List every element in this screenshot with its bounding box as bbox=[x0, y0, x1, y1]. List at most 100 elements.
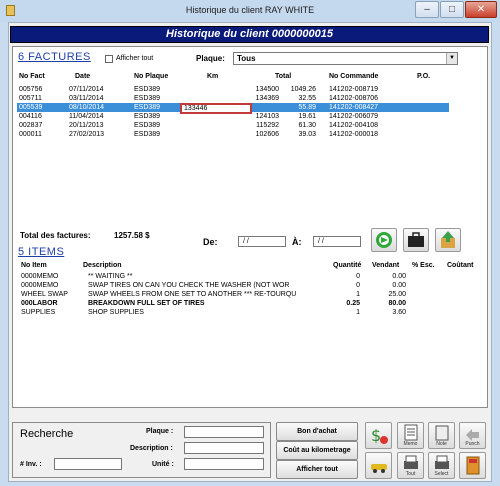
col-quantite[interactable]: Quantité bbox=[333, 262, 361, 269]
print-select-button[interactable]: Select bbox=[428, 452, 455, 479]
col-description[interactable]: Description bbox=[83, 262, 122, 269]
cout-km-button[interactable]: Coût au kilometrage bbox=[276, 441, 358, 460]
item-row[interactable]: WHEEL SWAP SWAP WHEELS FROM ONE SET TO AN… bbox=[20, 290, 480, 299]
col-no-item[interactable]: No Item bbox=[21, 262, 47, 269]
item-cell-qty: 0 bbox=[356, 273, 360, 280]
item-cell-desc: SWAP WHEELS FROM ONE SET TO ANOTHER *** … bbox=[88, 291, 297, 298]
item-row[interactable]: 0000MEMO SWAP TIRES ON CAN YOU CHECK THE … bbox=[20, 281, 480, 290]
money-cancel-button[interactable]: $ bbox=[365, 422, 392, 449]
item-cell-no: SUPPLIES bbox=[21, 309, 56, 316]
facture-cell: 03/11/2014 bbox=[69, 95, 104, 102]
exit-door-icon bbox=[466, 456, 480, 475]
facture-cell: 134500 bbox=[255, 86, 279, 93]
col-no-commande[interactable]: No Commande bbox=[329, 73, 378, 80]
note-label: Note bbox=[436, 441, 447, 447]
maximize-button[interactable]: □ bbox=[440, 1, 464, 18]
car-icon bbox=[371, 464, 387, 473]
facture-cell: 55.89 bbox=[298, 104, 316, 111]
facture-cell: 141202-004108 bbox=[329, 122, 379, 129]
select-label: Select bbox=[434, 471, 449, 477]
exit-button[interactable] bbox=[459, 452, 486, 479]
facture-row[interactable]: 002837 20/11/2013 ESD389 115292 61.30 141202-… bbox=[17, 121, 449, 130]
col-total[interactable]: Total bbox=[275, 73, 291, 80]
money-cancel-icon: $ bbox=[371, 426, 388, 445]
unite-search-label: Unité : bbox=[152, 461, 174, 468]
facture-row[interactable]: 005711 03/11/2014 ESD389 134369 32.55 141202-… bbox=[17, 94, 449, 103]
date-to-field[interactable]: / / bbox=[313, 236, 361, 247]
de-label: De: bbox=[203, 237, 218, 247]
facture-cell: 19.61 bbox=[298, 113, 316, 120]
total-factures-label: Total des factures: bbox=[20, 231, 91, 240]
facture-cell: 115292 bbox=[256, 122, 279, 129]
item-row[interactable]: 0000MEMO ** WAITING ** 0 0.00 bbox=[20, 272, 480, 281]
col-coutant[interactable]: Coûtant bbox=[447, 262, 473, 269]
note-button[interactable]: Note bbox=[428, 422, 455, 449]
date-from-field[interactable]: / / bbox=[238, 236, 286, 247]
facture-cell: 61.30 bbox=[298, 122, 316, 129]
afficher-tout-button[interactable]: Afficher tout bbox=[276, 460, 358, 479]
client-banner: Historique du client 0000000015 bbox=[10, 26, 489, 43]
search-title: Recherche bbox=[20, 428, 74, 440]
car-button[interactable] bbox=[365, 452, 392, 479]
facture-cell: ESD389 bbox=[134, 104, 161, 111]
facture-cell: 002837 bbox=[19, 122, 43, 129]
facture-cell: 134369 bbox=[255, 95, 279, 102]
facture-cell: 08/10/2014 bbox=[69, 104, 105, 111]
col-esc[interactable]: % Esc. bbox=[412, 262, 435, 269]
description-search-input[interactable] bbox=[184, 442, 264, 454]
facture-cell: 102606 bbox=[255, 131, 279, 138]
col-vendant[interactable]: Vendant bbox=[372, 262, 399, 269]
item-cell-no: 0000MEMO bbox=[21, 282, 59, 289]
memo-button[interactable]: Memo bbox=[397, 422, 424, 449]
close-button[interactable]: ✕ bbox=[465, 1, 497, 18]
svg-text:$: $ bbox=[371, 426, 381, 445]
briefcase-button[interactable] bbox=[403, 228, 429, 252]
item-cell-price: 0.00 bbox=[392, 282, 406, 289]
inv-search-input[interactable] bbox=[54, 458, 122, 470]
inv-search-label: # Inv. : bbox=[20, 461, 42, 468]
title-bar: Historique du client RAY WHITE – □ ✕ bbox=[0, 0, 500, 22]
bon-achat-button[interactable]: Bon d'achat bbox=[276, 422, 358, 441]
facture-cell: 39.03 bbox=[298, 131, 316, 138]
unite-search-input[interactable] bbox=[184, 458, 264, 470]
facture-cell: 11/04/2014 bbox=[69, 113, 104, 120]
col-no-plaque[interactable]: No Plaque bbox=[134, 73, 168, 80]
punch-button[interactable]: Punch bbox=[459, 422, 486, 449]
col-km[interactable]: Km bbox=[207, 73, 218, 80]
item-row[interactable]: 000LABOR BREAKDOWN FULL SET OF TIRES 0.25 8… bbox=[20, 299, 480, 308]
facture-row[interactable]: 000011 27/02/2013 ESD389 102606 39.03 141202-… bbox=[17, 130, 449, 139]
arrow-back-icon bbox=[466, 429, 479, 441]
facture-cell: 141202-006079 bbox=[329, 113, 379, 120]
plaque-select[interactable]: Tous ▼ bbox=[233, 52, 458, 65]
item-cell-desc: BREAKDOWN FULL SET OF TIRES bbox=[88, 300, 205, 307]
minimize-button[interactable]: – bbox=[415, 1, 439, 18]
km-edit-field[interactable]: 133446 bbox=[180, 103, 252, 114]
print-all-button[interactable]: Tout bbox=[397, 452, 424, 479]
refresh-button[interactable] bbox=[371, 228, 397, 252]
item-cell-no: WHEEL SWAP bbox=[21, 291, 68, 298]
chevron-down-icon[interactable]: ▼ bbox=[446, 53, 457, 64]
col-date[interactable]: Date bbox=[75, 73, 90, 80]
facture-cell: 141202-008427 bbox=[329, 104, 379, 111]
note-icon bbox=[435, 425, 449, 441]
item-cell-no: 0000MEMO bbox=[21, 273, 59, 280]
factures-title: 6 FACTURES bbox=[18, 51, 91, 63]
afficher-tout-checkbox[interactable] bbox=[105, 55, 113, 63]
facture-cell: 004116 bbox=[19, 113, 42, 120]
item-cell-price: 80.00 bbox=[388, 300, 406, 307]
briefcase-icon bbox=[408, 232, 424, 247]
item-cell-desc: SHOP SUPPLIES bbox=[88, 309, 144, 316]
punch-label: Punch bbox=[465, 441, 480, 447]
col-po[interactable]: P.O. bbox=[417, 73, 430, 80]
items-title: 5 ITEMS bbox=[18, 246, 65, 258]
plaque-search-input[interactable] bbox=[184, 426, 264, 438]
facture-cell: 141202-000018 bbox=[329, 131, 379, 138]
item-cell-qty: 1 bbox=[356, 291, 360, 298]
col-no-fact[interactable]: No Fact bbox=[19, 73, 45, 80]
facture-cell: 07/11/2014 bbox=[69, 86, 104, 93]
facture-row[interactable]: 005756 07/11/2014 ESD389 134500 1049.26 14120… bbox=[17, 85, 449, 94]
facture-cell: 141202-008719 bbox=[329, 86, 379, 93]
item-row[interactable]: SUPPLIES SHOP SUPPLIES 1 3.60 bbox=[20, 308, 480, 317]
export-button[interactable] bbox=[435, 228, 461, 252]
item-cell-desc: SWAP TIRES ON CAN YOU CHECK THE WASHER (… bbox=[88, 282, 290, 289]
